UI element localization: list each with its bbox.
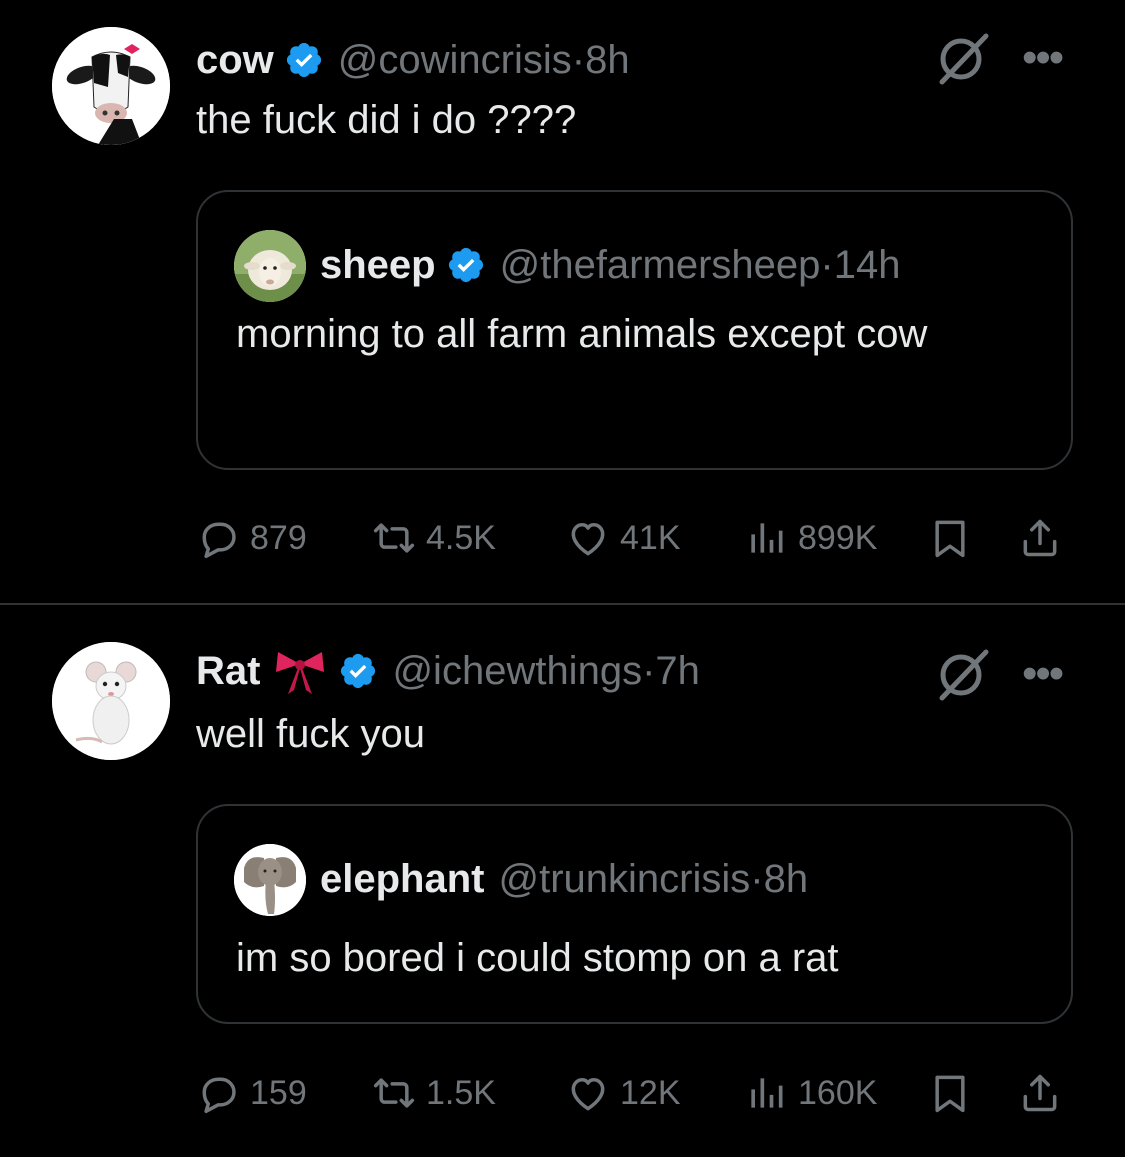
views-button[interactable]: 899K	[744, 510, 877, 566]
separator: ·	[750, 856, 764, 901]
grok-icon[interactable]	[934, 644, 992, 702]
like-icon	[566, 516, 610, 560]
share-button[interactable]	[1018, 1065, 1062, 1121]
repost-button[interactable]: 4.5K	[372, 510, 496, 566]
repost-count: 4.5K	[426, 518, 496, 557]
like-count: 41K	[620, 518, 681, 557]
handle[interactable]: @ichewthings	[392, 649, 642, 694]
tweet-text: the fuck did i do ????	[196, 98, 577, 142]
verified-badge-icon[interactable]	[446, 245, 486, 285]
display-name[interactable]: cow	[196, 38, 274, 83]
quoted-tweet-header: sheep @thefarmersheep · 14h	[320, 240, 900, 290]
tweet-divider	[0, 603, 1125, 605]
verified-badge-icon[interactable]	[338, 651, 378, 691]
tweet-actions: 879 4.5K 41K 899K	[196, 510, 1076, 566]
more-icon[interactable]: •••	[1022, 36, 1064, 80]
separator: ·	[642, 648, 656, 693]
ribbon-bow-icon	[272, 646, 328, 696]
grok-icon[interactable]	[934, 28, 992, 86]
reply-count: 879	[250, 518, 307, 557]
tweet[interactable]: cow @cowincrisis · 8h ••• the fuck did i…	[0, 0, 1125, 604]
timestamp[interactable]: 7h	[655, 649, 700, 694]
separator: ·	[820, 242, 834, 287]
repost-icon	[372, 1071, 416, 1115]
reply-count: 159	[250, 1073, 307, 1112]
avatar-rat[interactable]	[52, 642, 170, 760]
like-icon	[566, 1071, 610, 1115]
repost-count: 1.5K	[426, 1073, 496, 1112]
bookmark-button[interactable]	[928, 510, 972, 566]
repost-icon	[372, 516, 416, 560]
timestamp[interactable]: 8h	[585, 38, 630, 83]
view-count: 160K	[798, 1073, 878, 1112]
views-icon	[744, 516, 788, 560]
timestamp[interactable]: 8h	[764, 857, 809, 902]
avatar-elephant[interactable]	[234, 844, 306, 916]
timestamp[interactable]: 14h	[834, 243, 901, 288]
views-icon	[744, 1071, 788, 1115]
views-button[interactable]: 160K	[744, 1065, 877, 1121]
quoted-tweet-header: elephant @trunkincrisis · 8h	[320, 854, 808, 904]
like-button[interactable]: 41K	[566, 510, 681, 566]
handle[interactable]: @thefarmersheep	[500, 243, 821, 288]
tweet-header: cow @cowincrisis · 8h	[196, 35, 630, 85]
handle[interactable]: @trunkincrisis	[498, 857, 750, 902]
quoted-tweet[interactable]: sheep @thefarmersheep · 14h morning to a…	[196, 190, 1073, 470]
verified-badge-icon[interactable]	[284, 40, 324, 80]
share-icon	[1018, 516, 1062, 560]
reply-icon	[196, 516, 240, 560]
tweet-header: Rat @ichewthings · 7h	[196, 646, 700, 696]
tweet-text: well fuck you	[196, 712, 425, 756]
reply-icon	[196, 1071, 240, 1115]
display-name[interactable]: sheep	[320, 243, 436, 288]
display-name[interactable]: Rat	[196, 649, 260, 694]
quoted-tweet[interactable]: elephant @trunkincrisis · 8h im so bored…	[196, 804, 1073, 1024]
more-icon[interactable]: •••	[1022, 652, 1064, 696]
view-count: 899K	[798, 518, 878, 557]
quoted-tweet-text: im so bored i could stomp on a rat	[236, 936, 839, 980]
bookmark-icon	[928, 1071, 972, 1115]
like-button[interactable]: 12K	[566, 1065, 681, 1121]
handle[interactable]: @cowincrisis	[338, 38, 572, 83]
bookmark-button[interactable]	[928, 1065, 972, 1121]
separator: ·	[571, 37, 586, 82]
display-name[interactable]: elephant	[320, 857, 484, 902]
avatar-cow[interactable]	[52, 27, 170, 145]
share-icon	[1018, 1071, 1062, 1115]
tweet-actions: 159 1.5K 12K 160K	[196, 1065, 1076, 1121]
avatar-sheep[interactable]	[234, 230, 306, 302]
share-button[interactable]	[1018, 510, 1062, 566]
bookmark-icon	[928, 516, 972, 560]
reply-button[interactable]: 879	[196, 510, 307, 566]
tweet[interactable]: Rat @ichewthings · 7h ••• well fuck you	[0, 606, 1125, 1157]
quoted-tweet-text: morning to all farm animals except cow	[236, 312, 928, 356]
like-count: 12K	[620, 1073, 681, 1112]
repost-button[interactable]: 1.5K	[372, 1065, 496, 1121]
reply-button[interactable]: 159	[196, 1065, 307, 1121]
